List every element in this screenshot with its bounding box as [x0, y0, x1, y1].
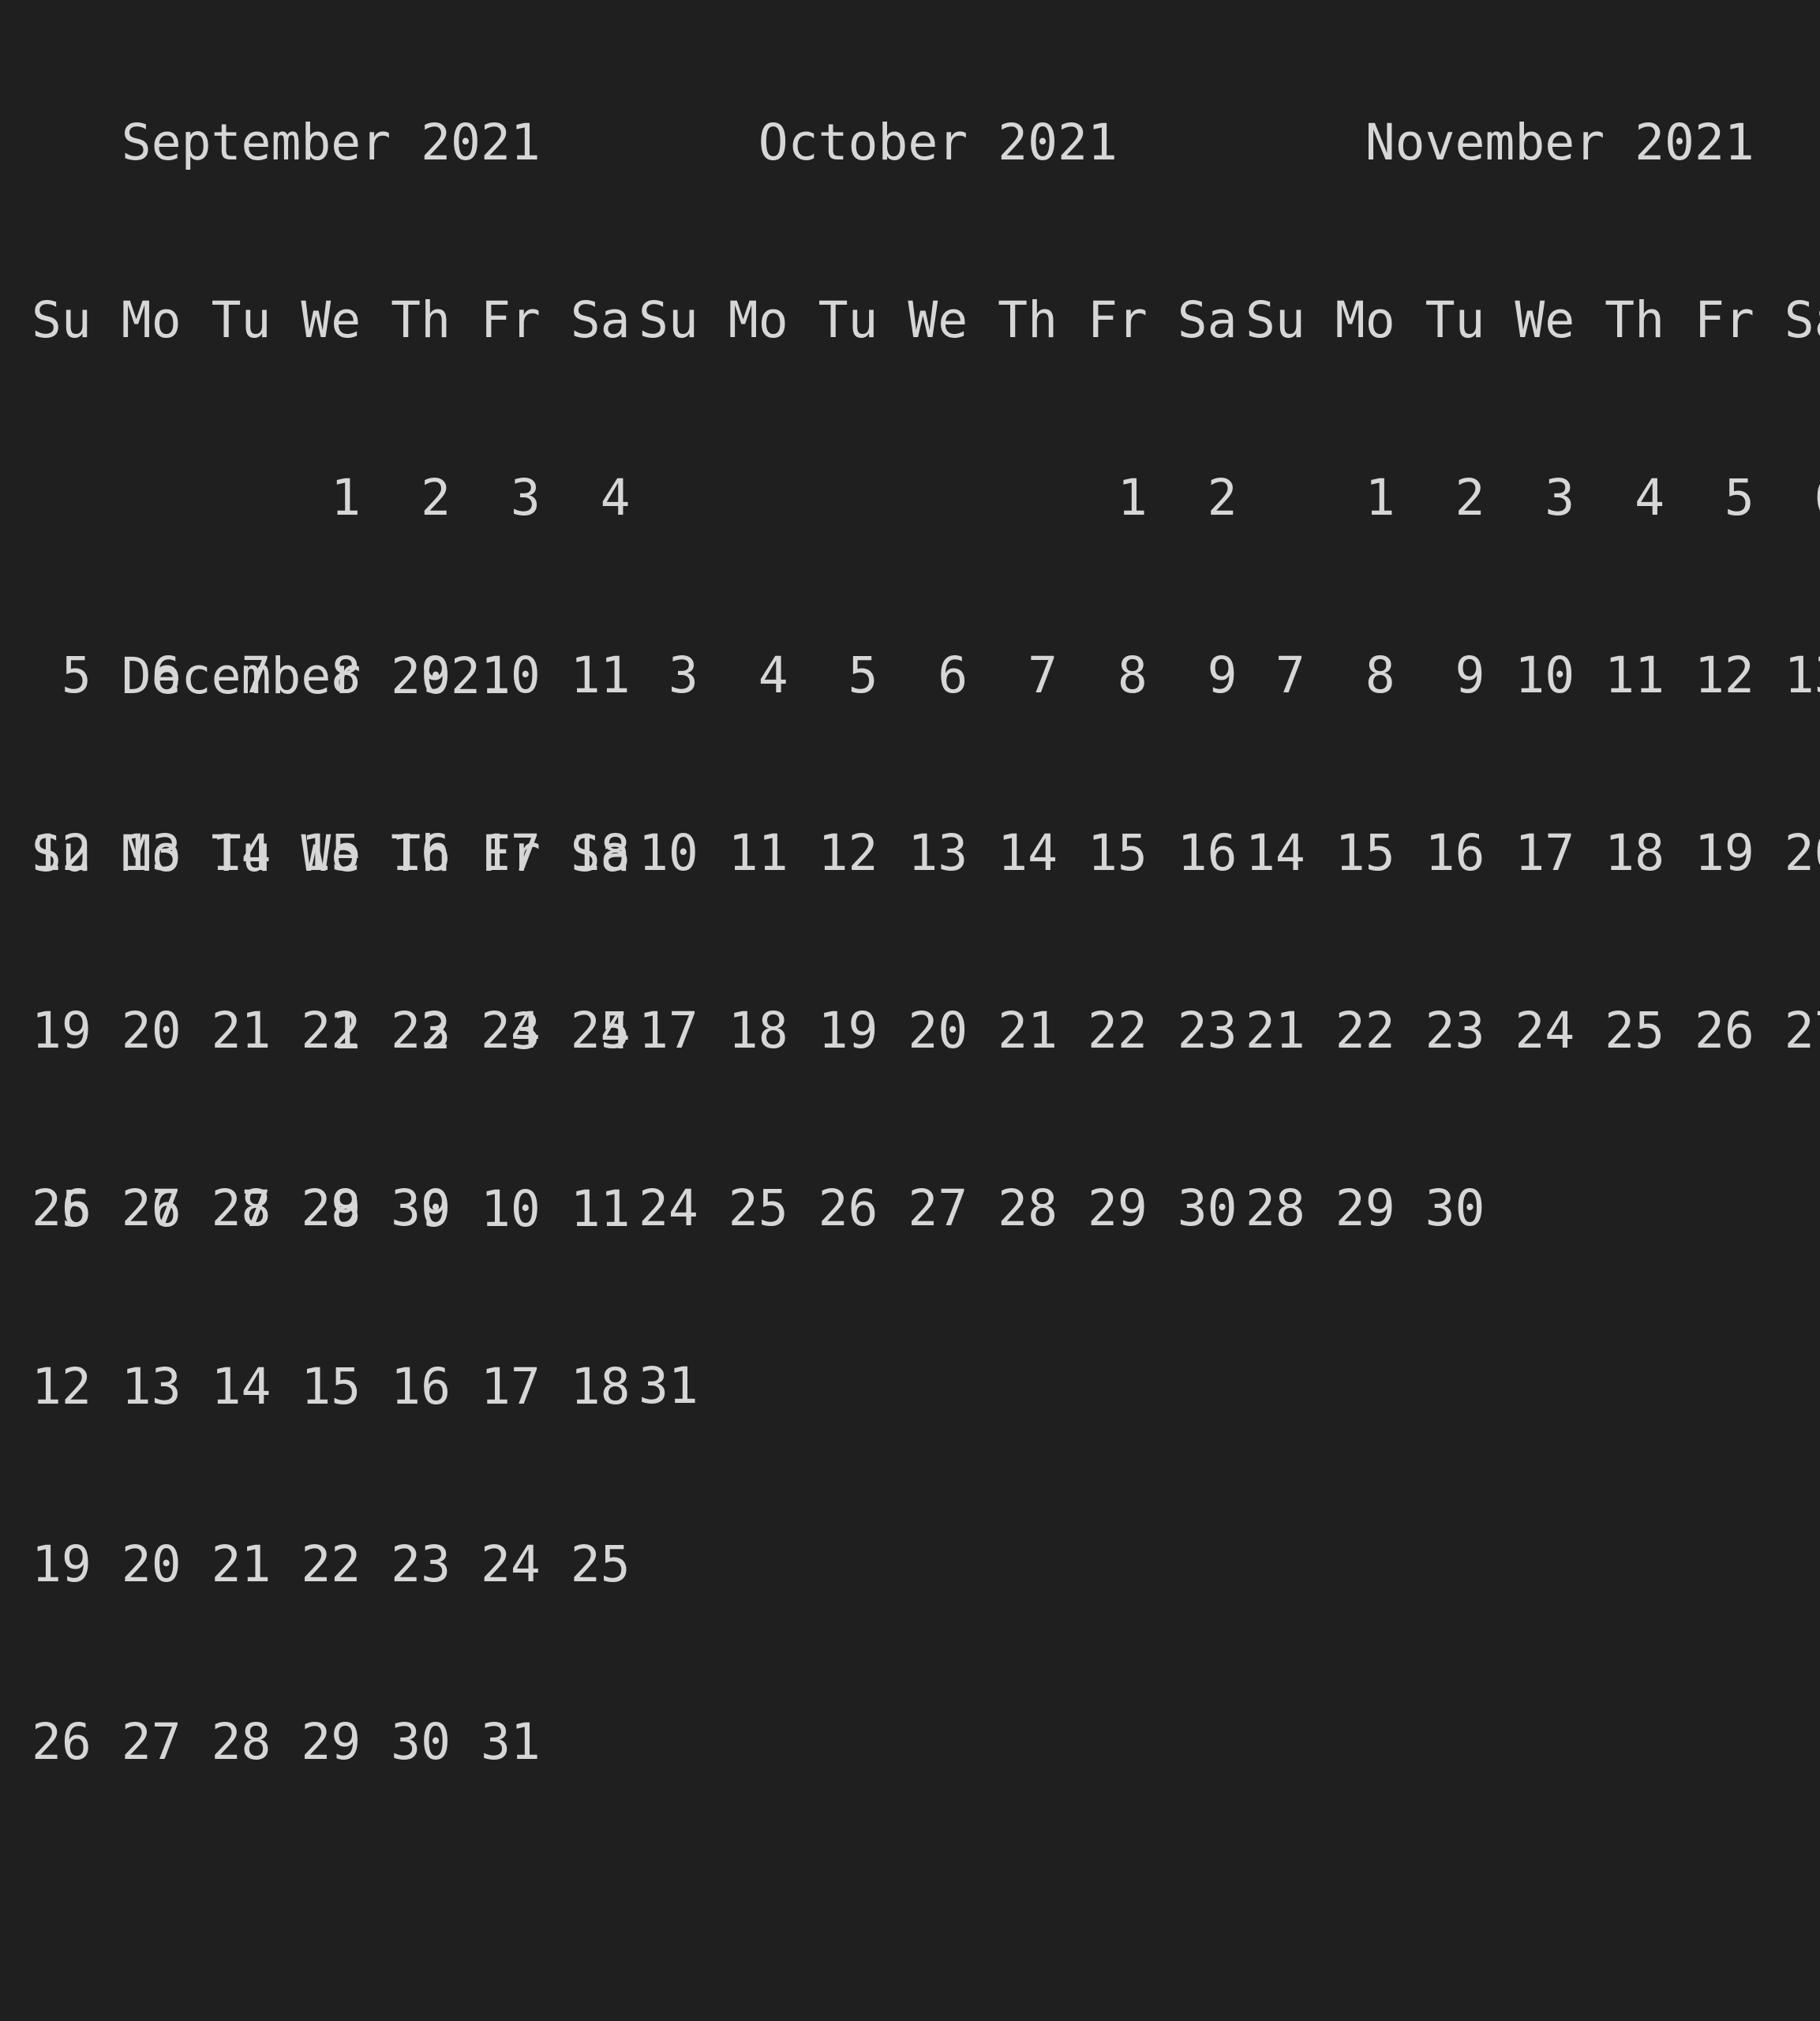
- weekday-header: Su Mo Tu We Th Fr Sa: [32, 825, 631, 883]
- week-row: 7 8 9 10 11 12 13: [1245, 647, 1820, 704]
- terminal-window[interactable]: September 2021 Su Mo Tu We Th Fr Sa 1 2 …: [0, 0, 1820, 1771]
- month-title: September 2021: [32, 114, 541, 171]
- week-row: 1 2 3 4: [32, 1003, 631, 1060]
- calendar-december-2021: December 2021 Su Mo Tu We Th Fr Sa 1 2 3…: [32, 528, 631, 2021]
- week-row: 1 2: [638, 469, 1238, 527]
- month-title: November 2021: [1245, 114, 1754, 171]
- week-row: 12 13 14 15 16 17 18: [32, 1358, 631, 1415]
- week-row: [32, 1890, 631, 1949]
- week-row: 1 2 3 4 5 6: [1245, 469, 1820, 527]
- week-row: 21 22 23 24 25 26 27: [1245, 1002, 1820, 1059]
- week-row: 10 11 12 13 14 15 16: [638, 824, 1238, 882]
- weekday-header: Su Mo Tu We Th Fr Sa: [638, 291, 1238, 349]
- week-row: 17 18 19 20 21 22 23: [638, 1002, 1238, 1059]
- week-row: 31: [638, 1357, 698, 1415]
- week-row: 5 6 7 8 9 10 11: [32, 1180, 631, 1238]
- week-row: 19 20 21 22 23 24 25: [32, 1535, 631, 1593]
- calendar-october-2021: October 2021 Su Mo Tu We Th Fr Sa 1 2 3 …: [638, 0, 1238, 1534]
- week-row: [1245, 1356, 1820, 1415]
- month-title: December 2021: [32, 647, 511, 705]
- week-row: 14 15 16 17 18 19 20: [1245, 824, 1820, 882]
- week-row: 24 25 26 27 28 29 30: [638, 1179, 1238, 1237]
- week-row: 28 29 30: [1245, 1179, 1485, 1237]
- weekday-header: Su Mo Tu We Th Fr Sa: [32, 291, 631, 349]
- week-row: 3 4 5 6 7 8 9: [638, 647, 1238, 704]
- week-row: 26 27 28 29 30 31: [32, 1713, 541, 1771]
- calendar-november-2021: November 2021 Su Mo Tu We Th Fr Sa 1 2 3…: [1245, 0, 1820, 1534]
- week-row: 1 2 3 4: [32, 469, 631, 527]
- month-title: October 2021: [638, 114, 1118, 171]
- weekday-header: Su Mo Tu We Th Fr Sa: [1245, 291, 1820, 349]
